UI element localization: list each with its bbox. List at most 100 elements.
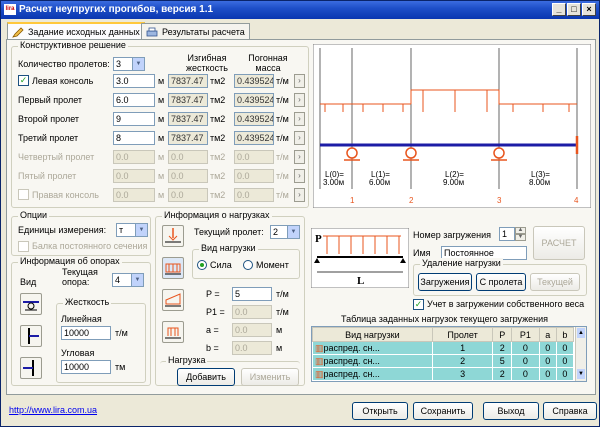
help-button[interactable]: Справка <box>543 402 597 420</box>
remove-loadcase-button[interactable]: Загружения <box>418 273 472 291</box>
point-load-button[interactable] <box>162 225 184 247</box>
calculate-button[interactable]: РАСЧЕТ <box>533 226 585 260</box>
row-5-mass-unit: т/м <box>276 171 289 181</box>
table-cell: 5 <box>492 354 513 368</box>
node-number-1: 1 <box>350 196 355 205</box>
row-1-stiffness-input[interactable]: 7837.47 <box>168 93 208 107</box>
uniform-load-button[interactable] <box>162 257 184 279</box>
edit-load-button[interactable]: Изменить <box>241 368 299 386</box>
table-row[interactable]: ▥распред. сн... 3 2 0 0 0 <box>312 367 575 381</box>
row-6-length-input[interactable]: 0.0 <box>113 188 155 202</box>
row-3-stiffness-input[interactable]: 7837.47 <box>168 131 208 145</box>
table-row[interactable]: ▥распред. сн... 1 2 0 0 0 <box>312 341 575 355</box>
loads-table-scrollbar[interactable]: ▲ ▼ <box>575 327 586 381</box>
units-select[interactable]: т ▼ <box>116 223 148 237</box>
open-button[interactable]: Открыть <box>352 402 408 420</box>
p-label: P = <box>206 289 220 299</box>
row-2-length-unit: м <box>158 114 165 124</box>
p-input[interactable]: 5 <box>232 287 272 301</box>
loads-col-header[interactable]: Пролет <box>431 327 494 342</box>
table-row[interactable]: ▥распред. сн... 2 5 0 0 0 <box>312 354 575 368</box>
a-input[interactable]: 0.0 <box>232 323 272 337</box>
row-3-more-button[interactable]: › <box>294 131 305 145</box>
spin-down-icon[interactable]: ▼ <box>515 234 526 241</box>
row-1-mass-input[interactable]: 0.439524 <box>234 93 274 107</box>
moment-radio[interactable] <box>243 260 253 270</box>
row-6-mass-input[interactable]: 0.0 <box>234 188 274 202</box>
row-5-stiffness-input[interactable]: 0.0 <box>168 169 208 183</box>
table-cell: 0 <box>555 341 575 355</box>
spin-up-icon[interactable]: ▲ <box>515 227 526 234</box>
minimize-button[interactable]: _ <box>552 3 566 16</box>
table-cell: 0 <box>555 367 575 381</box>
website-link[interactable]: http://www.lira.com.ua <box>9 405 97 415</box>
current-span-select[interactable]: 2 ▼ <box>270 225 300 239</box>
remove-span-button[interactable]: С пролета <box>476 273 526 291</box>
force-radio[interactable] <box>197 260 207 270</box>
save-button[interactable]: Сохранить <box>413 402 473 420</box>
fixed-left-support-button[interactable] <box>20 325 42 347</box>
loadcase-number-input[interactable]: 1 <box>499 227 515 241</box>
row-5-more-button[interactable]: › <box>294 169 305 183</box>
b-input[interactable]: 0.0 <box>232 341 272 355</box>
row-6-stiffness-input[interactable]: 0.0 <box>168 188 208 202</box>
row-2-mass-input[interactable]: 0.439524 <box>234 112 274 126</box>
partial-load-button[interactable] <box>162 321 184 343</box>
close-button[interactable]: × <box>582 3 596 16</box>
row-1-more-button[interactable]: › <box>294 93 305 107</box>
row-3-mass-input[interactable]: 0.439524 <box>234 131 274 145</box>
row-6-more-button[interactable]: › <box>294 188 305 202</box>
row-3-length-input[interactable]: 8 <box>113 131 155 145</box>
maximize-button[interactable]: □ <box>567 3 581 16</box>
exit-button[interactable]: Выход <box>483 402 539 420</box>
row-5-length-input[interactable]: 0.0 <box>113 169 155 183</box>
loads-col-header[interactable]: Вид нагрузки <box>312 327 433 342</box>
loads-col-header[interactable]: P <box>492 327 513 342</box>
loads-col-header[interactable]: a <box>538 327 557 342</box>
chevron-down-icon: ▼ <box>135 224 147 236</box>
table-cell: 0 <box>555 354 575 368</box>
row-0-mass-input[interactable]: 0.439524 <box>234 74 274 88</box>
row-5-mass-input[interactable]: 0.0 <box>234 169 274 183</box>
loads-col-header[interactable]: P1 <box>511 327 540 342</box>
row-1-length-input[interactable]: 6.0 <box>113 93 155 107</box>
table-cell: ▥распред. сн... <box>312 354 433 368</box>
row-2-stiffness-input[interactable]: 7837.47 <box>168 112 208 126</box>
tab-panel: Конструктивное решение Количество пролет… <box>6 39 596 395</box>
row-4-mass-input[interactable]: 0.0 <box>234 150 274 164</box>
pin-support-button[interactable] <box>20 293 42 315</box>
row-4-length-input[interactable]: 0.0 <box>113 150 155 164</box>
node-number-4: 4 <box>574 196 579 205</box>
chevron-down-icon: ▼ <box>287 226 299 238</box>
p1-input[interactable]: 0.0 <box>232 305 272 319</box>
row-0-checkbox[interactable]: ✓ <box>18 75 29 86</box>
selfweight-checkbox[interactable]: ✓ <box>413 299 424 310</box>
uniform-load-icon: ▥ <box>315 342 324 353</box>
current-support-select[interactable]: 4 ▼ <box>112 273 144 287</box>
row-0-stiffness-input[interactable]: 7837.47 <box>168 74 208 88</box>
a-unit: м <box>276 325 283 335</box>
add-load-button[interactable]: Добавить <box>177 368 235 386</box>
fixed-right-support-button[interactable] <box>20 357 42 379</box>
loads-table-title: Таблица заданных нагрузок текущего загру… <box>341 314 548 324</box>
row-4-stiffness-input[interactable]: 0.0 <box>168 150 208 164</box>
remove-current-button[interactable]: Текущей <box>530 273 580 291</box>
spans-count-select[interactable]: 3 ▼ <box>113 57 145 71</box>
row-4-more-button[interactable]: › <box>294 150 305 164</box>
p1-label: P1 = <box>206 307 225 317</box>
row-0-more-button[interactable]: › <box>294 74 305 88</box>
row-4-mass-unit: т/м <box>276 152 289 162</box>
row-0-length-input[interactable]: 3.0 <box>113 74 155 88</box>
trapezoid-load-button[interactable] <box>162 289 184 311</box>
row-2-more-button[interactable]: › <box>294 112 305 126</box>
row-2-length-input[interactable]: 9 <box>113 112 155 126</box>
angular-stiffness-input[interactable]: 10000 <box>61 360 111 374</box>
loads-col-header[interactable]: b <box>555 327 575 342</box>
row-3-label: Третий пролет <box>18 133 79 143</box>
b-label: b = <box>206 343 219 353</box>
row-1-length-unit: м <box>158 95 165 105</box>
beam-const-checkbox[interactable] <box>18 241 29 252</box>
beam-const-label: Балка постоянного сечения <box>32 241 148 251</box>
row-6-checkbox[interactable] <box>18 189 29 200</box>
linear-stiffness-input[interactable]: 10000 <box>61 326 111 340</box>
